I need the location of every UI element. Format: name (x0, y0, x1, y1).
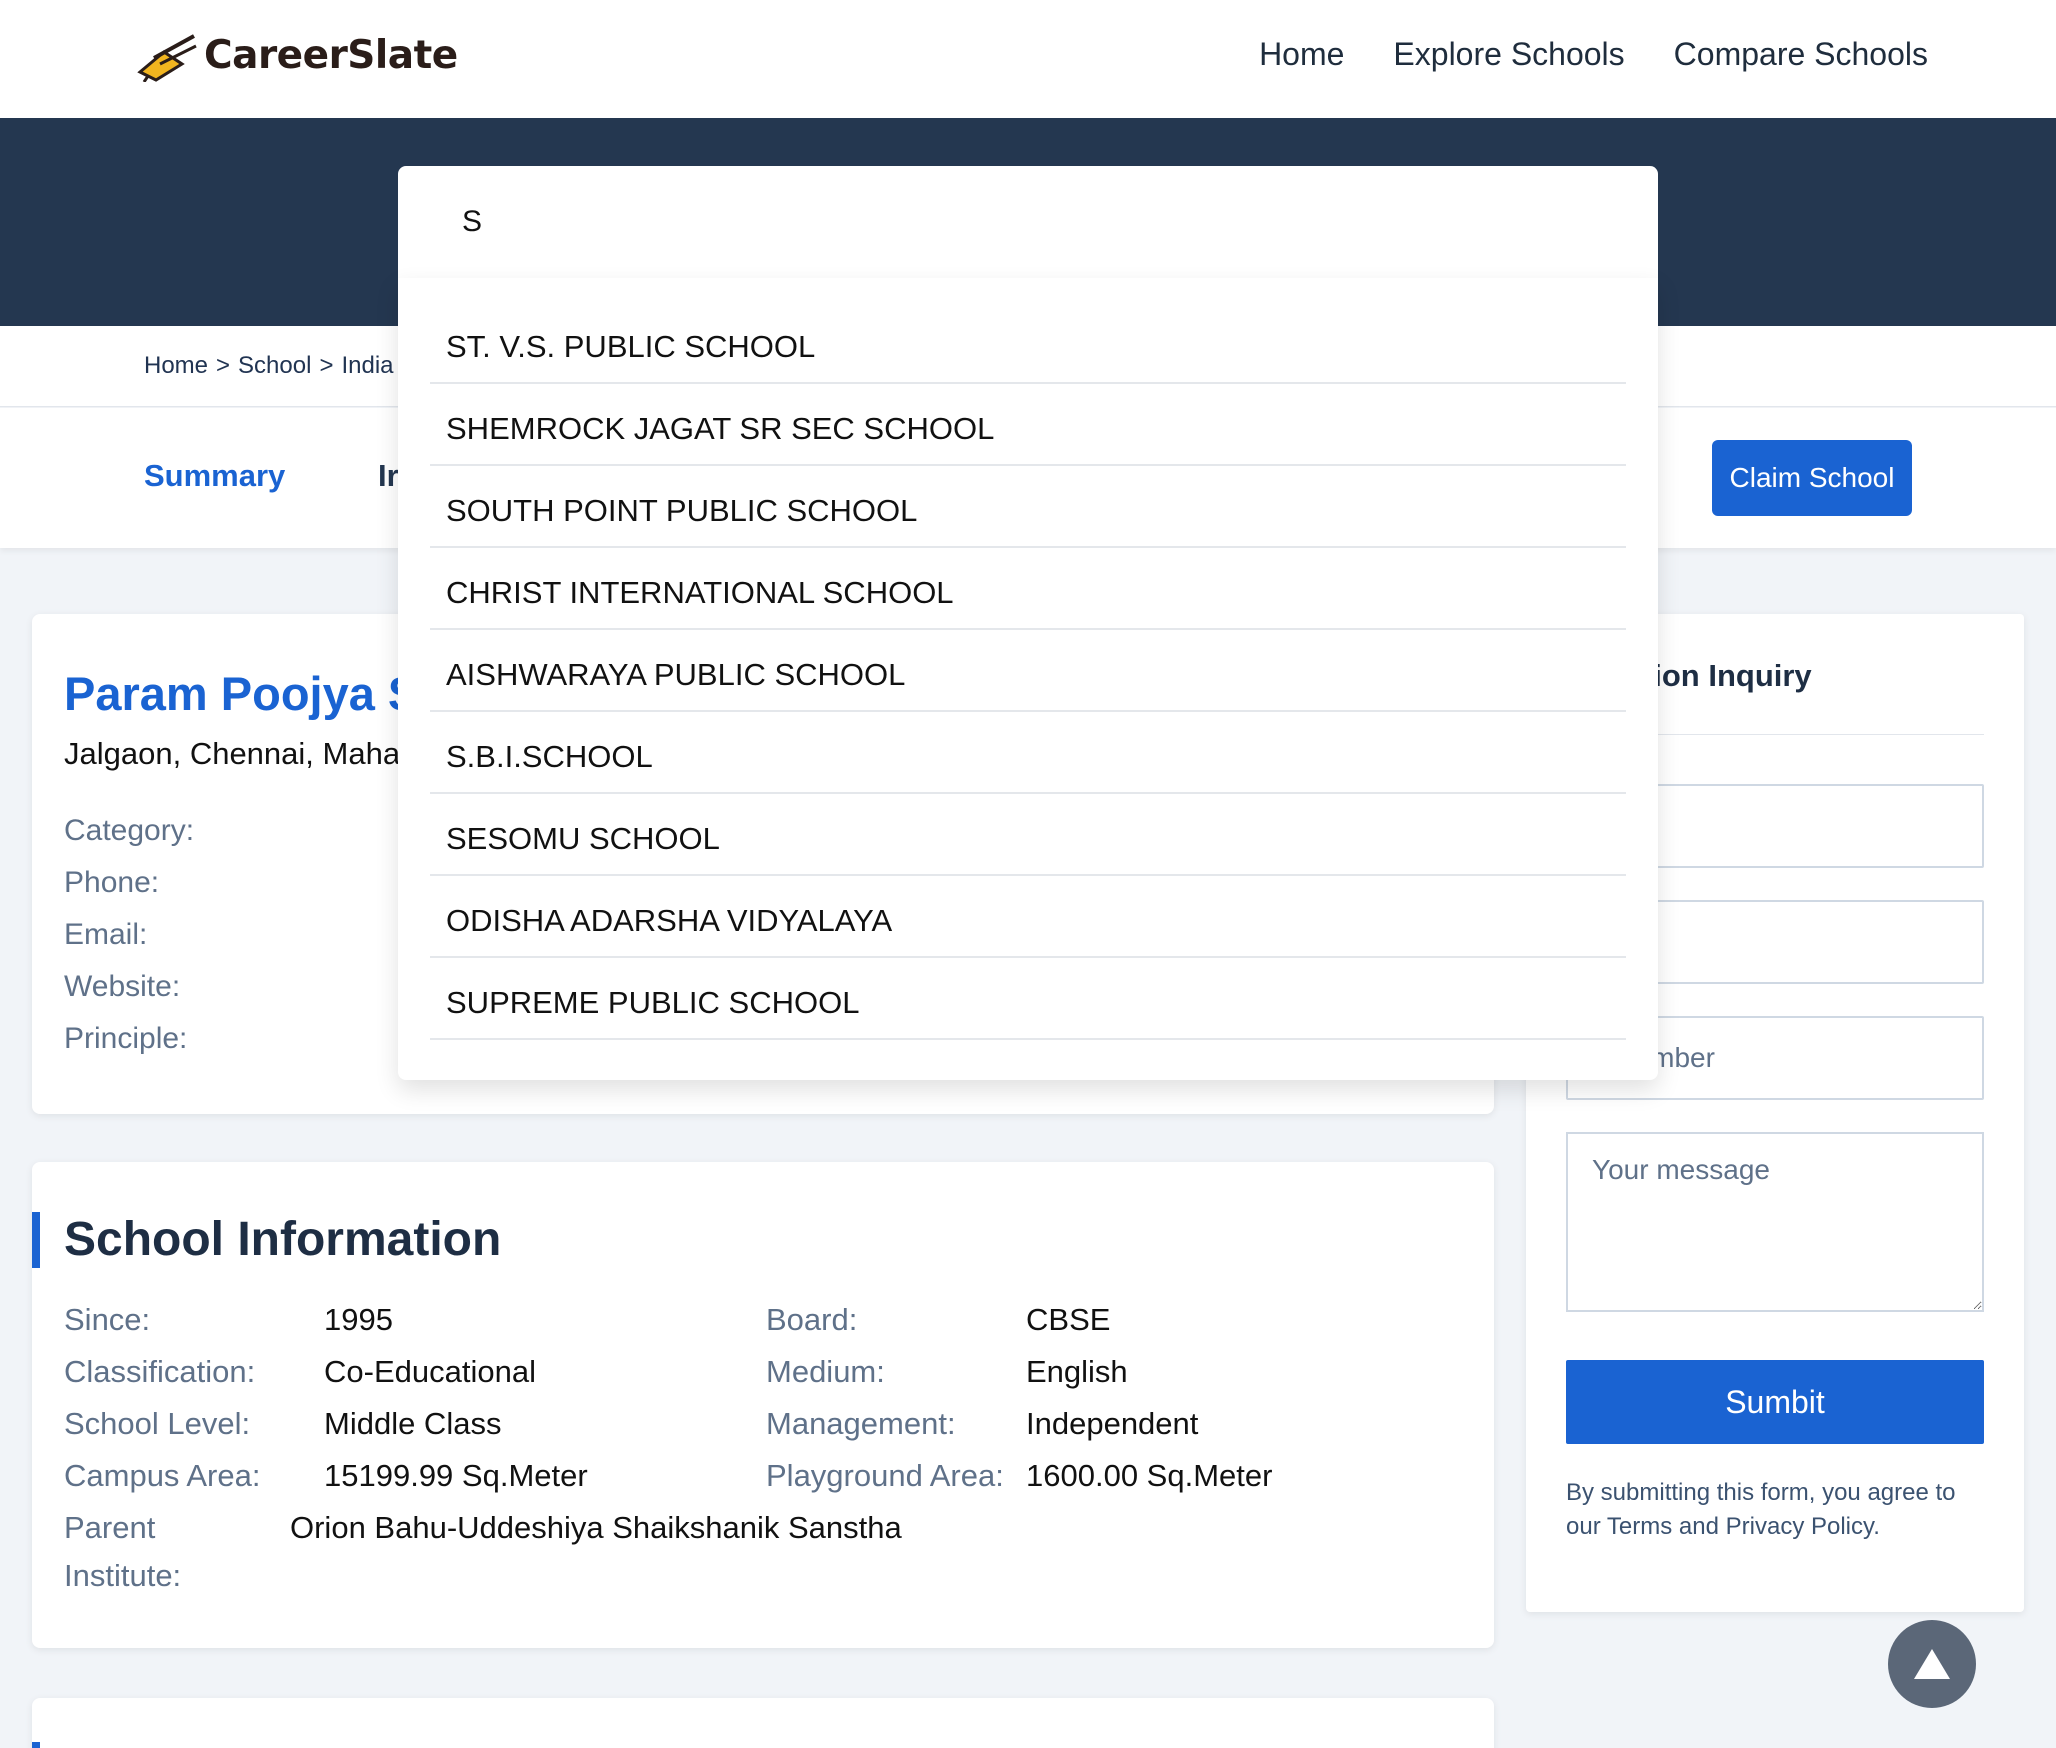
classification-value: Co-Educational (324, 1354, 536, 1389)
breadcrumb-separator: > (216, 352, 231, 379)
classification-label: Classification: (64, 1354, 256, 1389)
playground-area-value: 1600.00 Sq.Meter (1026, 1458, 1273, 1493)
inquiry-title: sion Inquiry (1636, 658, 1812, 693)
tab-summary[interactable]: Summary (144, 458, 285, 494)
campus-area-label: Campus Area: (64, 1458, 261, 1493)
category-label: Category: (64, 814, 195, 847)
next-section-card (32, 1698, 1494, 1748)
school-level-value: Middle Class (324, 1406, 502, 1441)
search-suggestions-dropdown: ST. V.S. PUBLIC SCHOOL SHEMROCK JAGAT SR… (398, 278, 1658, 1080)
claim-school-button[interactable]: Claim School (1712, 440, 1912, 516)
since-value: 1995 (324, 1302, 393, 1337)
board-label: Board: (766, 1302, 858, 1337)
playground-area-label: Playground Area: (766, 1458, 1004, 1493)
section-title: School Information (64, 1213, 502, 1266)
campus-area-value: 15199.99 Sq.Meter (324, 1458, 588, 1493)
breadcrumb-india[interactable]: India (341, 352, 393, 380)
nav-home-link[interactable]: Home (1259, 36, 1344, 73)
board-value: CBSE (1026, 1302, 1111, 1337)
management-value: Independent (1026, 1406, 1199, 1441)
email-label: Email: (64, 918, 148, 951)
scroll-to-top-button[interactable] (1888, 1620, 1976, 1708)
school-search-input[interactable] (398, 166, 1658, 278)
medium-label: Medium: (766, 1354, 885, 1389)
school-information-card: School Information Since: 1995 Classific… (32, 1162, 1494, 1648)
section-accent-bar (32, 1742, 40, 1748)
section-accent-bar (32, 1212, 40, 1268)
tab-second[interactable]: Ir (378, 458, 399, 494)
principle-label: Principle: (64, 1022, 188, 1055)
parent-institute-label-line2: Institute: (64, 1558, 182, 1593)
suggestion-item[interactable]: SUPREME PUBLIC SCHOOL (430, 958, 1626, 1040)
brand-name: CareerSlate (204, 32, 458, 78)
breadcrumb: Home > School > India (144, 352, 394, 380)
suggestions-list: ST. V.S. PUBLIC SCHOOL SHEMROCK JAGAT SR… (430, 302, 1626, 1040)
arrow-up-icon (1914, 1649, 1950, 1679)
school-title: Param Poojya S (64, 667, 420, 720)
suggestion-item[interactable]: SOUTH POINT PUBLIC SCHOOL (430, 466, 1626, 548)
school-location: Jalgaon, Chennai, Maha (64, 736, 401, 771)
since-label: Since: (64, 1302, 151, 1337)
management-label: Management: (766, 1406, 956, 1441)
breadcrumb-separator: > (319, 352, 334, 379)
breadcrumb-home[interactable]: Home (144, 352, 208, 380)
medium-value: English (1026, 1354, 1128, 1389)
suggestion-item[interactable]: S.B.I.SCHOOL (430, 712, 1626, 794)
brand-logo[interactable]: CareerSlate (134, 28, 458, 82)
suggestion-item[interactable]: SESOMU SCHOOL (430, 794, 1626, 876)
school-level-label: School Level: (64, 1406, 251, 1441)
top-navbar: CareerSlate Home Explore Schools Compare… (0, 0, 2056, 118)
school-search-box (398, 166, 1658, 278)
message-field[interactable] (1566, 1132, 1984, 1312)
phone-label: Phone: (64, 866, 160, 899)
suggestion-item[interactable]: SHEMROCK JAGAT SR SEC SCHOOL (430, 384, 1626, 466)
submit-button[interactable]: Sumbit (1566, 1360, 1984, 1444)
suggestion-item[interactable]: CHRIST INTERNATIONAL SCHOOL (430, 548, 1626, 630)
suggestion-item[interactable]: ODISHA ADARSHA VIDYALAYA (430, 876, 1626, 958)
parent-institute-label-line1: Parent (64, 1510, 156, 1545)
suggestion-item[interactable]: AISHWARAYA PUBLIC SCHOOL (430, 630, 1626, 712)
nav-explore-schools-link[interactable]: Explore Schools (1393, 36, 1624, 73)
main-nav: Home Explore Schools Compare Schools (1259, 36, 1928, 73)
graduation-cap-icon (137, 34, 197, 82)
nav-compare-schools-link[interactable]: Compare Schools (1674, 36, 1928, 73)
parent-institute-value: Orion Bahu-Uddeshiya Shaikshanik Sanstha (290, 1510, 902, 1545)
breadcrumb-school[interactable]: School (238, 352, 311, 380)
suggestion-item[interactable]: ST. V.S. PUBLIC SCHOOL (430, 302, 1626, 384)
form-disclaimer: By submitting this form, you agree to ou… (1566, 1479, 1956, 1540)
website-label: Website: (64, 970, 181, 1003)
